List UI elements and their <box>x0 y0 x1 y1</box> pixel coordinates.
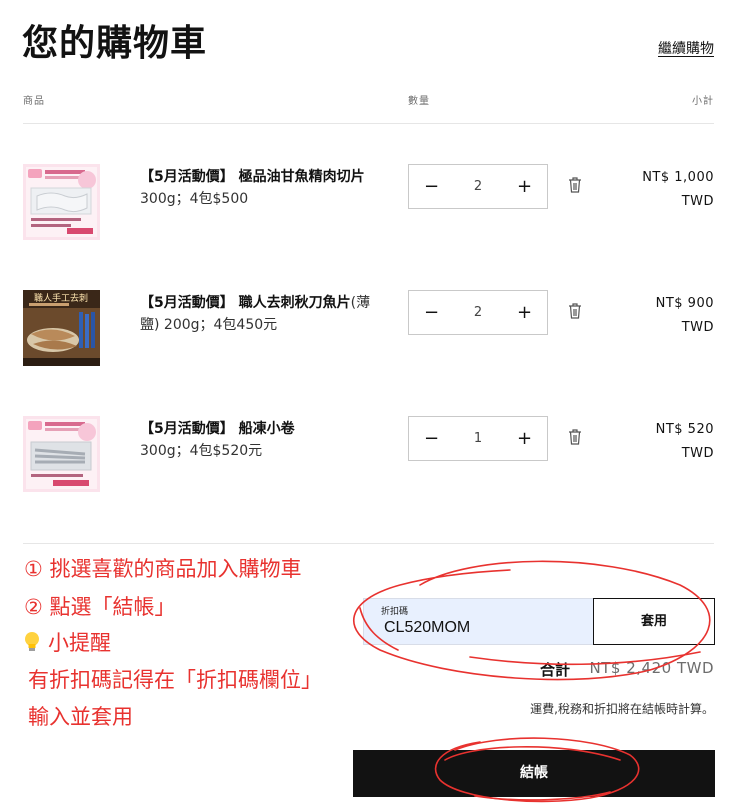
product-title[interactable]: 【5月活動價】 極品油甘魚精肉切片 300g；4包$500 <box>140 166 375 210</box>
item-price-currency: TWD <box>681 320 714 335</box>
cart-item: 職人手工去刺 【5月活動價】 職人去刺秋刀魚片(薄鹽) 200g；4包450元 … <box>0 290 729 370</box>
product-name: 【5月活動價】 船凍小卷 <box>140 421 295 437</box>
annotation-tip: 小提醒 <box>24 628 111 661</box>
plus-icon[interactable]: + <box>502 417 547 460</box>
annotation-step2: ② 點選「結帳」 <box>24 595 176 619</box>
product-spec: 300g；4包$500 <box>140 191 249 207</box>
quantity-value[interactable]: 2 <box>454 291 502 334</box>
annotation-tip-title: 小提醒 <box>48 631 111 655</box>
item-price-currency: TWD <box>681 446 714 461</box>
minus-icon[interactable]: − <box>409 291 454 334</box>
product-image[interactable] <box>23 164 100 240</box>
item-price-amount: NT$ 900 <box>655 296 714 311</box>
annotation-step1: ① 挑選喜歡的商品加入購物車 <box>24 557 302 581</box>
minus-icon[interactable]: − <box>409 417 454 460</box>
product-image[interactable] <box>23 416 100 492</box>
product-image[interactable]: 職人手工去刺 <box>23 290 100 366</box>
minus-icon[interactable]: − <box>409 165 454 208</box>
product-name: 【5月活動價】 極品油甘魚精肉切片 <box>140 169 365 185</box>
item-price-amount: NT$ 520 <box>655 422 714 437</box>
quantity-stepper: − 2 + <box>408 164 548 209</box>
product-spec: 300g；4包$520元 <box>140 443 263 459</box>
column-header-subtotal: 小計 <box>692 96 714 107</box>
quantity-value[interactable]: 1 <box>454 417 502 460</box>
total-label: 合計 <box>540 661 571 679</box>
total-value: NT$ 2,420 TWD <box>589 659 714 677</box>
discount-input[interactable] <box>384 619 584 637</box>
tax-note: 運費,稅務和折扣將在結帳時計算。 <box>530 702 714 716</box>
footer-divider <box>23 543 714 544</box>
column-header-product: 商品 <box>23 96 45 107</box>
trash-icon[interactable] <box>567 176 583 194</box>
cart-item: 【5月活動價】 船凍小卷 300g；4包$520元 − 1 + NT$ 520 T… <box>0 416 729 496</box>
column-header-quantity: 數量 <box>408 96 430 107</box>
apply-discount-button[interactable]: 套用 <box>593 598 715 645</box>
product-title[interactable]: 【5月活動價】 船凍小卷 300g；4包$520元 <box>140 418 375 462</box>
checkout-button[interactable]: 結帳 <box>353 750 715 797</box>
plus-icon[interactable]: + <box>502 165 547 208</box>
header-divider <box>23 123 714 124</box>
lightbulb-icon <box>24 631 40 661</box>
product-name: 【5月活動價】 職人去刺秋刀魚片 <box>140 295 351 311</box>
item-price-currency: TWD <box>681 194 714 209</box>
quantity-value[interactable]: 2 <box>454 165 502 208</box>
quantity-stepper: − 2 + <box>408 290 548 335</box>
page-title: 您的購物車 <box>22 23 208 64</box>
trash-icon[interactable] <box>567 302 583 320</box>
annotation-tip-line1: 有折扣碼記得在「折扣碼欄位」 <box>28 668 322 692</box>
discount-field: 折扣碼 <box>363 598 594 645</box>
item-price: NT$ 900 TWD <box>594 292 714 340</box>
discount-label: 折扣碼 <box>381 607 409 617</box>
item-price-amount: NT$ 1,000 <box>642 170 714 185</box>
trash-icon[interactable] <box>567 428 583 446</box>
annotation-tip-line2: 輸入並套用 <box>28 705 133 729</box>
thumb-text: 職人手工去刺 <box>34 292 88 304</box>
continue-shopping-link[interactable]: 繼續購物 <box>658 38 714 58</box>
item-price: NT$ 1,000 TWD <box>594 166 714 214</box>
quantity-stepper: − 1 + <box>408 416 548 461</box>
plus-icon[interactable]: + <box>502 291 547 334</box>
item-price: NT$ 520 TWD <box>594 418 714 466</box>
product-title[interactable]: 【5月活動價】 職人去刺秋刀魚片(薄鹽) 200g；4包450元 <box>140 292 375 336</box>
cart-item: 【5月活動價】 極品油甘魚精肉切片 300g；4包$500 − 2 + NT$ … <box>0 164 729 244</box>
